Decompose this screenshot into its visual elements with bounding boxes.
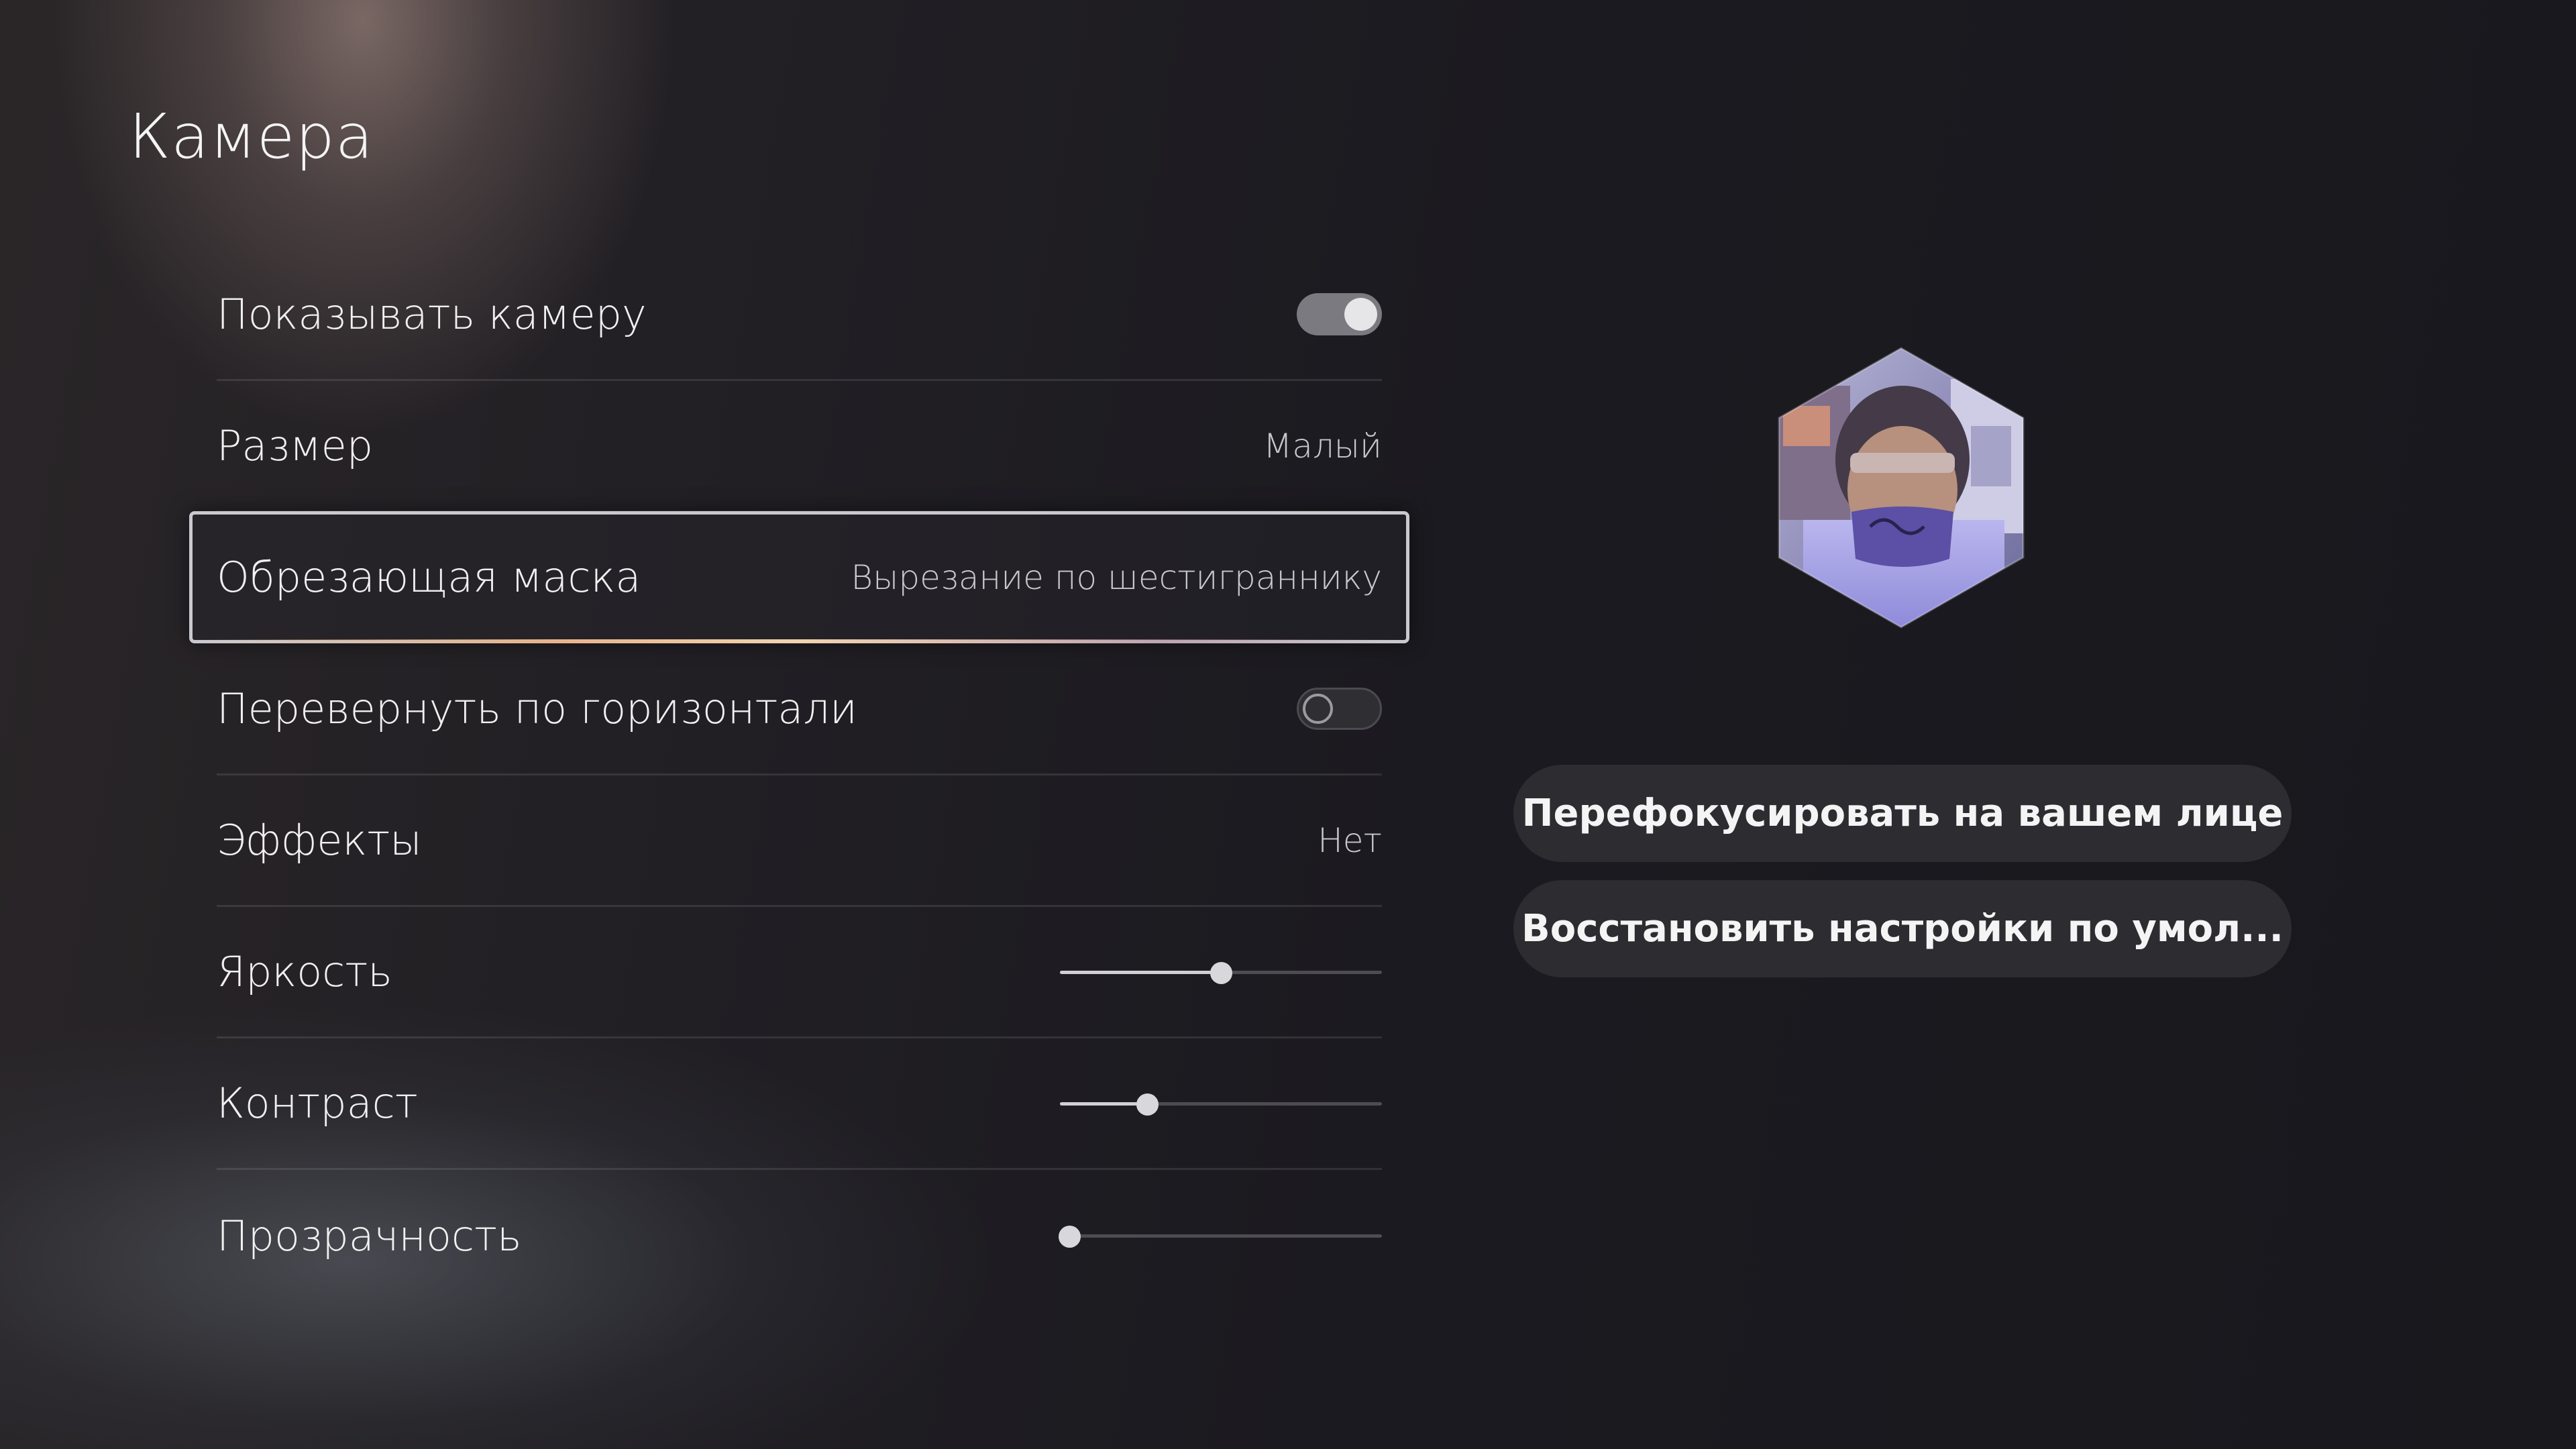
slider-thumb[interactable] — [1210, 961, 1232, 984]
setting-size[interactable]: Размер Малый — [217, 381, 1382, 513]
setting-value: Нет — [1318, 820, 1382, 860]
camera-settings-list: Показывать камеру Размер Малый Обрезающа… — [189, 250, 1409, 1301]
slider-track — [1060, 1234, 1382, 1238]
page-title: Камера — [129, 101, 374, 172]
setting-transparency[interactable]: Прозрачность — [217, 1170, 1382, 1301]
setting-label: Эффекты — [217, 816, 422, 865]
flip-horizontal-toggle[interactable] — [1297, 688, 1382, 730]
reset-defaults-button[interactable]: Восстановить настройки по умол... — [1513, 880, 2292, 977]
brightness-slider[interactable] — [1060, 959, 1382, 985]
slider-thumb[interactable] — [1136, 1093, 1159, 1116]
slider-fill — [1060, 1102, 1147, 1106]
slider-fill — [1060, 970, 1221, 974]
setting-label: Перевернуть по горизонтали — [217, 684, 857, 733]
camera-preview — [1776, 345, 2026, 630]
slider-thumb[interactable] — [1059, 1226, 1081, 1248]
toggle-knob — [1303, 694, 1333, 724]
setting-label: Размер — [217, 421, 374, 470]
setting-brightness[interactable]: Яркость — [217, 907, 1382, 1038]
refocus-face-button[interactable]: Перефокусировать на вашем лице — [1513, 765, 2292, 862]
camera-preview-hexagon-icon — [1778, 347, 2025, 629]
setting-flip-horizontal[interactable]: Перевернуть по горизонтали — [217, 644, 1382, 775]
setting-effects[interactable]: Эффекты Нет — [217, 775, 1382, 907]
contrast-slider[interactable] — [1060, 1090, 1382, 1117]
setting-label: Обрезающая маска — [217, 553, 641, 602]
show-camera-toggle[interactable] — [1297, 293, 1382, 335]
setting-label: Показывать камеру — [217, 290, 647, 339]
setting-label: Контраст — [217, 1079, 418, 1128]
setting-crop-mask[interactable]: Обрезающая маска Вырезание по шестигранн… — [189, 511, 1409, 644]
setting-value: Вырезание по шестиграннику — [851, 557, 1382, 597]
setting-label: Яркость — [217, 947, 392, 996]
setting-contrast[interactable]: Контраст — [217, 1038, 1382, 1170]
setting-value: Малый — [1263, 426, 1382, 466]
transparency-slider[interactable] — [1059, 1222, 1382, 1249]
setting-label: Прозрачность — [217, 1211, 522, 1260]
setting-show-camera[interactable]: Показывать камеру — [217, 250, 1382, 381]
toggle-knob — [1344, 298, 1377, 331]
